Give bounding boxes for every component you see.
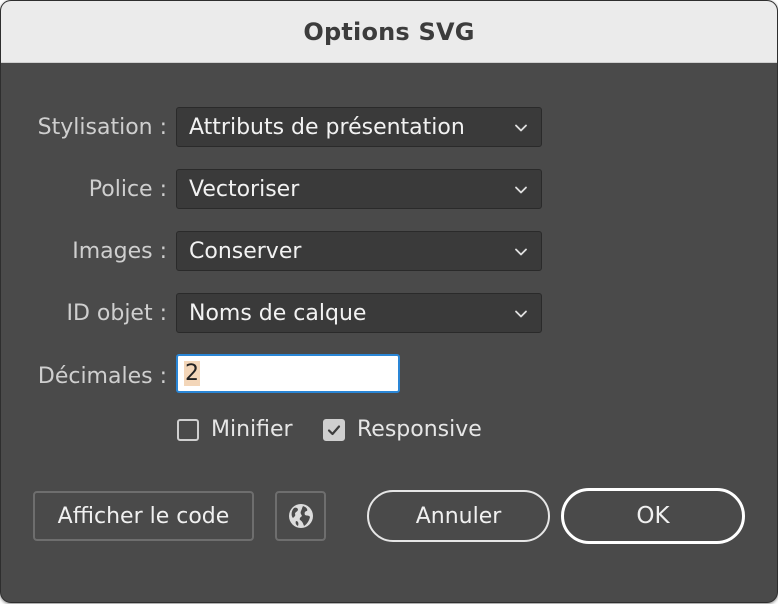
images-label: Images : [72, 239, 167, 264]
globe-icon [288, 504, 313, 528]
images-select[interactable]: Conserver [176, 231, 542, 271]
chevron-down-icon [515, 248, 527, 256]
decimals-label: Décimales : [37, 364, 167, 389]
police-label: Police : [88, 177, 167, 202]
stylisation-label: Stylisation : [37, 115, 167, 140]
preview-in-browser-button[interactable] [275, 491, 326, 541]
minify-checkbox[interactable] [177, 418, 199, 441]
dialog-title: Options SVG [303, 17, 475, 46]
police-select[interactable]: Vectoriser [176, 169, 542, 209]
police-value: Vectoriser [189, 176, 300, 202]
dialog-titlebar: Options SVG [1, 1, 777, 63]
checkmark-icon [327, 424, 341, 435]
object-id-label: ID objet : [66, 301, 167, 326]
object-id-select[interactable]: Noms de calque [176, 293, 542, 333]
chevron-down-icon [515, 310, 527, 318]
minify-label: Minifier [211, 417, 293, 442]
responsive-label: Responsive [357, 417, 482, 442]
stylisation-value: Attributs de présentation [189, 114, 465, 140]
chevron-down-icon [515, 124, 527, 132]
decimals-input[interactable]: 2 [176, 354, 400, 393]
responsive-option[interactable]: Responsive [323, 417, 482, 442]
images-value: Conserver [189, 238, 302, 264]
svg-options-dialog: Options SVG Stylisation : Attributs de p… [0, 0, 778, 603]
chevron-down-icon [515, 186, 527, 194]
object-id-value: Noms de calque [189, 300, 367, 326]
minify-option[interactable]: Minifier [177, 417, 293, 442]
ok-button[interactable]: OK [561, 488, 745, 544]
decimals-value: 2 [184, 361, 200, 386]
show-code-button[interactable]: Afficher le code [33, 491, 254, 541]
stylisation-select[interactable]: Attributs de présentation [176, 107, 542, 147]
cancel-button[interactable]: Annuler [367, 490, 550, 542]
responsive-checkbox[interactable] [323, 418, 345, 441]
